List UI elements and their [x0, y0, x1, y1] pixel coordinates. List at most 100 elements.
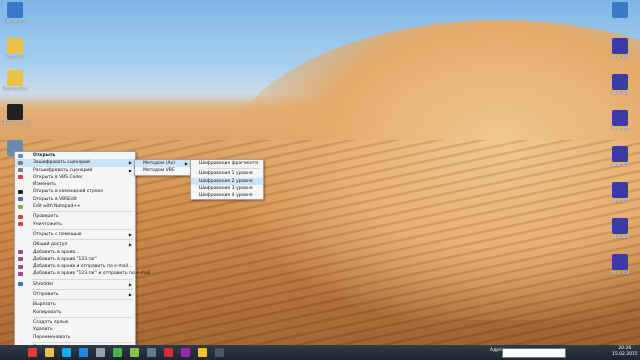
submenu-method-ax: Шифрование фрагмента Шифрование 1 уровня Ш… — [190, 159, 264, 201]
menu-item[interactable]: Добавить в архив "123.rar" — [15, 256, 135, 263]
menu-separator — [31, 228, 133, 230]
desktop-icon-label: Файл.bat — [610, 90, 630, 95]
desktop-icon-label: Файл.bat — [610, 270, 630, 275]
menu-item-label: Добавить в архив... — [33, 249, 80, 255]
desktop-icon[interactable]: Файл.bat — [606, 110, 634, 131]
batch-file-icon — [612, 2, 628, 18]
skype-icon[interactable] — [62, 348, 71, 357]
context-menu: Открыть Зашифровать сценарий ▶ Расшифровать… — [14, 151, 150, 353]
menu-item[interactable]: Методом (Ax) ▶ — [135, 160, 191, 168]
menu-item[interactable]: Шифрование 1 уровня — [191, 170, 263, 177]
menu-item-icon — [18, 175, 23, 180]
menu-item[interactable]: Шифрование 4 уровня — [191, 192, 263, 199]
menu-item-icon — [18, 153, 23, 158]
menu-item[interactable]: Копировать — [15, 309, 135, 316]
menu-item[interactable]: Зашифровать сценарий ▶ — [15, 159, 135, 167]
menu-item-icon — [18, 264, 23, 269]
menu-item[interactable]: Переименовать — [15, 334, 135, 341]
menu-item-icon — [18, 271, 23, 276]
menu-item[interactable]: Расшифровать сценарий ▶ — [15, 167, 135, 174]
menu-item[interactable]: Добавить в архив... — [15, 249, 135, 256]
chevron-right-icon: ▶ — [128, 281, 132, 287]
menu-item[interactable]: Методом VBE — [135, 167, 191, 174]
menu-item[interactable]: Edit with Notepad++ — [15, 203, 135, 210]
batch-file-icon — [612, 146, 628, 162]
menu-item[interactable]: Удалить — [15, 326, 135, 333]
taskbar: Адрес 20:26 15.02.2015 — [0, 345, 640, 360]
address-field[interactable] — [502, 348, 566, 358]
menu-item[interactable]: Открыть — [15, 152, 135, 159]
menu-item-label: Добавить в архив "123.rar" и отправить п… — [33, 271, 151, 277]
menu-item-icon — [18, 204, 23, 209]
submenu-encrypt: Методом (Ax) ▶ Методом VBE — [134, 159, 192, 176]
menu-separator — [31, 211, 133, 213]
desktop-icon-label: Загрузки — [5, 54, 25, 59]
menu-separator — [31, 239, 133, 241]
desktop-icon[interactable]: Файл.bat — [606, 218, 634, 239]
app-icon[interactable] — [147, 348, 156, 357]
menu-item[interactable]: Шифрование фрагмента — [191, 160, 263, 167]
menu-item[interactable]: Шифрование 2 уровня — [191, 177, 263, 185]
menu-item-label: Открыть в VBS Coder — [33, 174, 83, 180]
menu-item-label: Расшифровать сценарий — [33, 167, 93, 173]
menu-item-label: Открыть — [33, 153, 56, 158]
desktop-icon[interactable]: Файл.bat — [606, 38, 634, 59]
menu-item[interactable]: Открыть в VBSEdit — [15, 196, 135, 203]
menu-item[interactable]: Открыть в VBS Coder — [15, 174, 135, 181]
menu-item-label: Edit with Notepad++ — [33, 204, 81, 210]
app-icon[interactable] — [215, 348, 224, 357]
menu-item[interactable]: Shredder ▶ — [15, 281, 135, 288]
desktop-icon[interactable]: Файл.bat — [606, 254, 634, 275]
menu-item-icon — [18, 168, 23, 173]
desktop-icon[interactable]: Файл.bat — [606, 146, 634, 167]
batch-file-icon — [612, 74, 628, 90]
menu-item[interactable]: Отправить ▶ — [15, 291, 135, 298]
desktop-icon-label: Файл.bat — [610, 126, 630, 131]
clock[interactable]: 20:26 15.02.2015 — [612, 346, 638, 358]
desktop-icon-label: VBS Coder Kill — [1, 120, 30, 125]
menu-item[interactable]: Создать ярлык — [15, 319, 135, 326]
desktop-icon[interactable]: Загрузки — [1, 38, 29, 59]
menu-item[interactable]: Уничтожить — [15, 221, 135, 228]
desktop-icon-label: Программы — [2, 86, 28, 91]
menu-item-label: Переименовать — [33, 334, 71, 340]
menu-item-icon — [18, 257, 23, 262]
menu-item-label: Открыть с помощью — [33, 231, 82, 237]
desktop-icon[interactable] — [606, 2, 634, 18]
app-icon[interactable] — [113, 348, 122, 357]
chrome-icon[interactable] — [198, 348, 207, 357]
yandex-icon[interactable] — [28, 348, 37, 357]
menu-item-label: Копировать — [33, 309, 62, 315]
desktop-icon[interactable]: Файл.bat — [606, 182, 634, 203]
menu-item[interactable]: Добавить в архив и отправить по e-mail..… — [15, 263, 135, 270]
app-icon[interactable] — [181, 348, 190, 357]
desktop-icon[interactable]: Компьютер — [1, 2, 29, 23]
menu-separator — [31, 341, 133, 343]
desktop-icon[interactable]: Программы — [1, 70, 29, 91]
desktop-icon-label: Файл.bat — [610, 162, 630, 167]
menu-item[interactable]: Общий доступ ▶ — [15, 241, 135, 248]
menu-item[interactable]: Шифрование 3 уровня — [191, 185, 263, 192]
menu-item[interactable]: Проверить — [15, 213, 135, 220]
menu-item-icon — [18, 282, 23, 287]
menu-item-label: Вырезать — [33, 302, 56, 308]
menu-item[interactable]: Открыть с помощью ▶ — [15, 231, 135, 238]
menu-item[interactable]: Открыть в командной строке — [15, 188, 135, 195]
ie-icon[interactable] — [79, 348, 88, 357]
desktop-icon[interactable]: VBS Coder Kill — [1, 104, 29, 125]
desktop-icon[interactable]: Файл.bat — [606, 74, 634, 95]
file-icon — [7, 2, 23, 18]
menu-item[interactable]: Добавить в архив "123.rar" и отправить п… — [15, 270, 150, 277]
opera-icon[interactable] — [164, 348, 173, 357]
menu-item[interactable]: Изменить — [15, 181, 135, 188]
batch-file-icon — [612, 182, 628, 198]
app-icon[interactable] — [130, 348, 139, 357]
folder-icon[interactable] — [45, 348, 54, 357]
chevron-right-icon: ▶ — [128, 292, 132, 298]
menu-item[interactable]: Вырезать — [15, 301, 135, 308]
window-icon[interactable] — [96, 348, 105, 357]
file-icon — [7, 70, 23, 86]
menu-item-label: Шифрование 3 уровня — [199, 185, 253, 191]
menu-item-icon — [18, 222, 23, 227]
menu-item-label: Добавить в архив и отправить по e-mail..… — [33, 264, 133, 270]
